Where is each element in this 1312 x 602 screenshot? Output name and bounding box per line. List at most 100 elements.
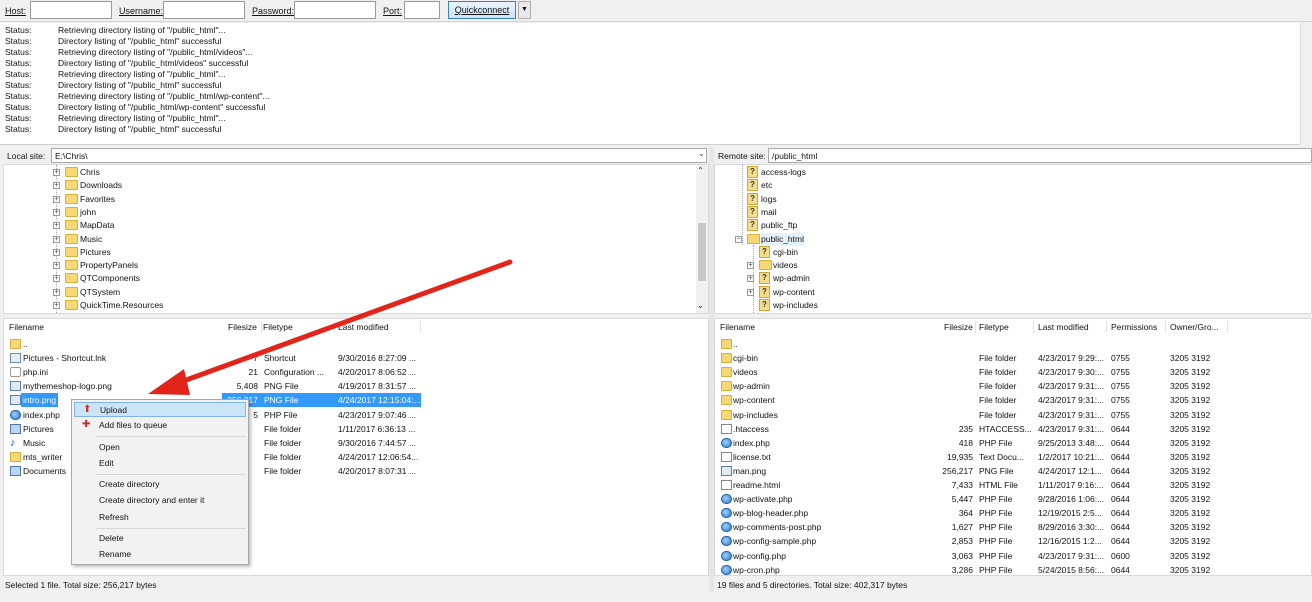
menu-item-add-to-queue[interactable]: ✚ Add files to queue: [74, 418, 246, 433]
quickconnect-dropdown-icon[interactable]: ▼: [518, 1, 531, 19]
remote-file-row[interactable]: wp-content File folder 4/23/2017 9:31:... 0…: [715, 393, 1311, 407]
menu-item-delete[interactable]: Delete: [74, 531, 246, 546]
remote-file-row[interactable]: wp-config-sample.php 2,853 PHP File 12/16/2…: [715, 534, 1311, 548]
host-label: Host:: [5, 6, 27, 16]
tree-expand-icon[interactable]: +: [53, 222, 60, 230]
remote-col-owner[interactable]: Owner/Gro...: [1170, 319, 1219, 335]
password-input[interactable]: [294, 1, 376, 19]
remote-file-row[interactable]: wp-admin File folder 4/23/2017 9:31:... 075…: [715, 379, 1311, 393]
tree-expand-icon[interactable]: +: [53, 248, 60, 256]
remote-col-permissions[interactable]: Permissions: [1111, 319, 1157, 335]
menu-item-open[interactable]: Open: [74, 440, 246, 455]
remote-file-row[interactable]: wp-activate.php 5,447 PHP File 9/28/2016 1:…: [715, 492, 1311, 506]
scroll-down-icon[interactable]: ⌄: [697, 301, 704, 310]
local-tree-item[interactable]: + Downloads: [4, 179, 694, 192]
tree-expand-icon[interactable]: +: [747, 275, 754, 283]
tree-collapse-icon[interactable]: −: [735, 235, 742, 243]
file-size: 7,433: [951, 480, 973, 490]
remote-tree-item[interactable]: ? mail: [715, 205, 1305, 219]
file-name: Documents: [23, 465, 66, 476]
remote-file-row[interactable]: wp-blog-header.php 364 PHP File 12/19/2015 …: [715, 506, 1311, 520]
remote-file-row[interactable]: ..: [715, 337, 1311, 351]
local-tree-item[interactable]: + Pictures: [4, 246, 694, 259]
remote-tree-item[interactable]: ? cgi-bin: [715, 245, 1305, 259]
tree-expand-icon[interactable]: +: [53, 262, 60, 270]
remote-file-row[interactable]: license.txt 19,935 Text Docu... 1/2/2017 10…: [715, 450, 1311, 464]
menu-item-rename[interactable]: Rename: [74, 547, 246, 562]
remote-path-input[interactable]: /public_html: [768, 148, 1312, 163]
remote-file-row[interactable]: wp-comments-post.php 1,627 PHP File 8/29/20…: [715, 520, 1311, 534]
remote-tree-item[interactable]: + videos: [715, 259, 1305, 272]
local-col-filetype[interactable]: Filetype: [263, 319, 293, 335]
local-col-filesize[interactable]: Filesize: [228, 319, 257, 335]
scroll-up-icon[interactable]: ⌃: [697, 166, 704, 175]
menu-item-edit[interactable]: Edit: [74, 456, 246, 471]
remote-col-modified[interactable]: Last modified: [1038, 319, 1089, 335]
tree-expand-icon[interactable]: +: [747, 288, 754, 296]
host-input[interactable]: [30, 1, 112, 19]
remote-file-row[interactable]: index.php 418 PHP File 9/25/2013 3:48:... 06…: [715, 436, 1311, 450]
tree-expand-icon[interactable]: +: [53, 275, 60, 283]
remote-col-filesize[interactable]: Filesize: [944, 319, 973, 335]
local-file-row[interactable]: php.ini 21 Configuration ... 4/20/2017 8:06…: [4, 365, 424, 379]
local-tree-item[interactable]: + PropertyPanels: [4, 259, 694, 272]
local-tree-item[interactable]: + Music: [4, 233, 694, 246]
tree-expand-icon[interactable]: +: [53, 182, 60, 190]
message-log[interactable]: Status: Retrieving directory listing of "…: [0, 23, 1312, 145]
remote-file-row[interactable]: readme.html 7,433 HTML File 1/11/2017 9:16:…: [715, 478, 1311, 492]
remote-tree-item[interactable]: +? wp-content: [715, 285, 1305, 299]
username-input[interactable]: [163, 1, 245, 19]
local-tree-item[interactable]: + Chris: [4, 166, 694, 179]
tree-expand-icon[interactable]: +: [53, 302, 60, 309]
remote-file-row[interactable]: cgi-bin File folder 4/23/2017 9:29:... 0755…: [715, 351, 1311, 365]
local-tree-item[interactable]: + QTSystem: [4, 286, 694, 299]
local-tree-scrollbar[interactable]: ⌃ ⌄: [696, 165, 708, 313]
local-path-input[interactable]: E:\Chris\: [51, 148, 707, 163]
menu-item-refresh[interactable]: Refresh: [74, 510, 246, 525]
log-scrollbar[interactable]: [1300, 23, 1312, 145]
menu-item-create-directory[interactable]: Create directory: [74, 477, 246, 492]
tree-expand-icon[interactable]: +: [747, 262, 754, 270]
local-tree-item[interactable]: + Favorites: [4, 193, 694, 206]
remote-file-row[interactable]: videos File folder 4/23/2017 9:30:... 0755 3…: [715, 365, 1311, 379]
tree-expand-icon[interactable]: +: [53, 288, 60, 296]
remote-directory-tree[interactable]: ? access-logs? etc? logs? mail? public_ftp − pu…: [714, 164, 1312, 314]
remote-tree-item[interactable]: +? wp-admin: [715, 272, 1305, 285]
local-file-row[interactable]: Pictures - Shortcut.lnk 7 Shortcut 9/30/201…: [4, 351, 424, 365]
menu-item-create-directory-enter[interactable]: Create directory and enter it: [74, 493, 246, 508]
remote-col-filetype[interactable]: Filetype: [979, 319, 1009, 335]
unknown-folder-icon: ?: [759, 285, 770, 298]
local-tree-scroll-thumb[interactable]: [698, 223, 706, 281]
local-col-filename[interactable]: Filename: [9, 319, 44, 335]
remote-file-list[interactable]: Filename Filesize Filetype Last modified…: [714, 318, 1312, 576]
local-tree-item[interactable]: + QuickTime.Resources: [4, 299, 694, 312]
remote-tree-item[interactable]: ? access-logs: [715, 166, 1305, 179]
tree-expand-icon[interactable]: +: [53, 169, 60, 176]
remote-file-row[interactable]: .htaccess 235 HTACCESS... 4/23/2017 9:31:..…: [715, 422, 1311, 436]
local-file-row[interactable]: ..: [4, 337, 424, 351]
menu-item-upload[interactable]: ⬆ Upload: [74, 402, 246, 417]
remote-file-row[interactable]: man.png 256,217 PNG File 4/24/2017 12:1... 0…: [715, 464, 1311, 478]
remote-tree-item[interactable]: ? wp-includes: [715, 299, 1305, 312]
local-file-row[interactable]: mythemeshop-logo.png 5,408 PNG File 4/19/20…: [4, 379, 424, 393]
remote-tree-item[interactable]: ? logs: [715, 192, 1305, 206]
remote-col-filename[interactable]: Filename: [720, 319, 755, 335]
remote-file-row[interactable]: wp-cron.php 3,286 PHP File 5/24/2015 8:56:.…: [715, 563, 1311, 575]
local-tree-item[interactable]: + MapData: [4, 219, 694, 232]
tree-expand-icon[interactable]: +: [53, 195, 60, 203]
remote-tree-item[interactable]: ? public_ftp: [715, 219, 1305, 232]
port-input[interactable]: [404, 1, 440, 19]
remote-file-row[interactable]: wp-includes File folder 4/23/2017 9:31:...…: [715, 408, 1311, 422]
local-directory-tree[interactable]: ⌃ ⌄ + Chris + Downloads + Favorites + john + MapD…: [3, 164, 709, 314]
tree-expand-icon[interactable]: +: [53, 235, 60, 243]
quickconnect-button[interactable]: Quickconnect: [448, 1, 516, 19]
local-path-dropdown-icon[interactable]: ⌄: [698, 149, 705, 158]
remote-tree-item[interactable]: ? etc: [715, 179, 1305, 192]
local-col-modified[interactable]: Last modified: [338, 319, 389, 335]
file-icon: [721, 465, 732, 476]
local-tree-item[interactable]: + QTComponents: [4, 272, 694, 285]
tree-expand-icon[interactable]: +: [53, 208, 60, 216]
remote-tree-item[interactable]: − public_html: [715, 232, 1305, 246]
local-tree-item[interactable]: + john: [4, 206, 694, 219]
remote-file-row[interactable]: wp-config.php 3,063 PHP File 4/23/2017 9:31…: [715, 549, 1311, 563]
